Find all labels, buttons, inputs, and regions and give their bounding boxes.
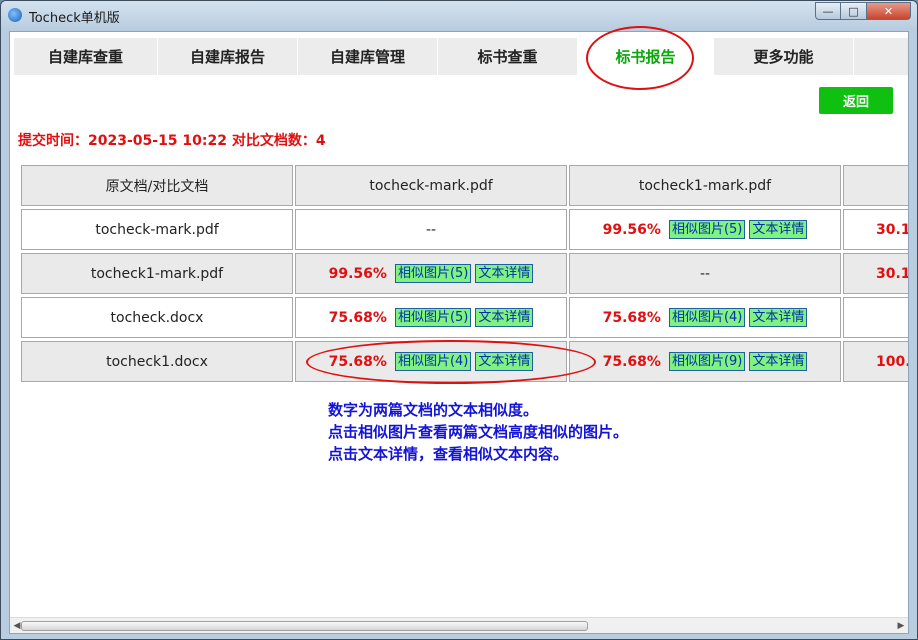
- similarity-percent: 75.68%: [602, 353, 661, 370]
- title-bar[interactable]: Tocheck单机版 — □ ✕: [1, 1, 917, 29]
- comparison-table: 原文档/对比文档 tocheck-mark.pdf tocheck1-mark.…: [21, 165, 908, 384]
- main-content: 自建库查重 自建库报告 自建库管理 标书查重 标书报告 更多功能 返回 提交时间…: [9, 26, 909, 634]
- similar-images-button[interactable]: 相似图片(4): [394, 352, 472, 371]
- similarity-percent: 99.56%: [602, 221, 661, 238]
- minimize-button[interactable]: —: [815, 2, 841, 20]
- table-cell: [843, 297, 908, 338]
- similarity-percent: 75.68%: [328, 309, 387, 326]
- similarity-percent: 99.56%: [328, 265, 387, 282]
- row-header: tocheck1-mark.pdf: [21, 253, 293, 294]
- submit-info: 提交时间：2023-05-15 10:22 对比文档数：4: [18, 133, 326, 149]
- similarity-percent: 100.0: [876, 353, 908, 370]
- table-cell: --: [569, 253, 841, 294]
- scroll-right-arrow-icon[interactable]: ▶: [894, 620, 908, 632]
- text-details-button[interactable]: 文本详情: [749, 352, 808, 371]
- text-details-button[interactable]: 文本详情: [749, 308, 808, 327]
- table-cell: 30.14: [843, 209, 908, 250]
- tab-more-features[interactable]: 更多功能: [714, 38, 853, 75]
- similar-images-button[interactable]: 相似图片(5): [668, 220, 746, 239]
- table-cell: 99.56% 相似图片(5) 文本详情: [569, 209, 841, 250]
- table-cell: 75.68% 相似图片(5) 文本详情: [295, 297, 567, 338]
- similarity-percent: 75.68%: [602, 309, 661, 326]
- back-button[interactable]: 返回: [819, 87, 893, 114]
- horizontal-scrollbar[interactable]: ◀ ▶: [10, 617, 908, 633]
- app-logo-icon: [8, 8, 22, 22]
- table-cell: 75.68% 相似图片(4) 文本详情: [295, 341, 567, 382]
- table-cell: --: [295, 209, 567, 250]
- table-corner-header: 原文档/对比文档: [21, 165, 293, 206]
- window-title: Tocheck单机版: [29, 11, 120, 26]
- table-cell: 100.0: [843, 341, 908, 382]
- text-details-button[interactable]: 文本详情: [749, 220, 808, 239]
- table-cell: 99.56% 相似图片(5) 文本详情: [295, 253, 567, 294]
- tab-bar-filler: [854, 38, 908, 75]
- row-header: tocheck1.docx: [21, 341, 293, 382]
- table-cell: 75.68% 相似图片(9) 文本详情: [569, 341, 841, 382]
- similar-images-button[interactable]: 相似图片(5): [394, 264, 472, 283]
- close-button[interactable]: ✕: [867, 2, 911, 20]
- text-details-button[interactable]: 文本详情: [475, 264, 534, 283]
- similar-images-button[interactable]: 相似图片(5): [394, 308, 472, 327]
- column-header: tocheck-mark.pdf: [295, 165, 567, 206]
- note-line: 数字为两篇文档的文本相似度。: [328, 401, 539, 419]
- row-header: tocheck-mark.pdf: [21, 209, 293, 250]
- tab-library-manage[interactable]: 自建库管理: [298, 38, 437, 75]
- note-line: 点击文本详情，查看相似文本内容。: [328, 445, 569, 463]
- row-header: tocheck.docx: [21, 297, 293, 338]
- text-details-button[interactable]: 文本详情: [475, 308, 534, 327]
- app-window: Tocheck单机版 — □ ✕ 自建库查重 自建库报告 自建库管理 标书查重 …: [0, 0, 918, 640]
- tab-library-report[interactable]: 自建库报告: [158, 38, 297, 75]
- text-details-button[interactable]: 文本详情: [475, 352, 534, 371]
- self-compare-dash: --: [425, 221, 437, 238]
- table-cell: 30.14: [843, 253, 908, 294]
- tab-library-check[interactable]: 自建库查重: [14, 38, 157, 75]
- similar-images-button[interactable]: 相似图片(4): [668, 308, 746, 327]
- column-header: tocheck1-mark.pdf: [569, 165, 841, 206]
- tab-bar: 自建库查重 自建库报告 自建库管理 标书查重 标书报告 更多功能: [10, 26, 908, 90]
- instructions-note: 数字为两篇文档的文本相似度。 点击相似图片查看两篇文档高度相似的图片。 点击文本…: [328, 399, 628, 465]
- similarity-percent: 30.14: [876, 221, 908, 238]
- column-header: [843, 165, 908, 206]
- similar-images-button[interactable]: 相似图片(9): [668, 352, 746, 371]
- maximize-button[interactable]: □: [841, 2, 867, 20]
- similarity-percent: 30.14: [876, 265, 908, 282]
- tab-bid-report[interactable]: 标书报告: [578, 38, 713, 75]
- scrollbar-thumb[interactable]: [21, 621, 588, 631]
- similarity-percent: 75.68%: [328, 353, 387, 370]
- tab-bid-check[interactable]: 标书查重: [438, 38, 577, 75]
- table-cell: 75.68% 相似图片(4) 文本详情: [569, 297, 841, 338]
- self-compare-dash: --: [699, 265, 711, 282]
- note-line: 点击相似图片查看两篇文档高度相似的图片。: [328, 423, 629, 441]
